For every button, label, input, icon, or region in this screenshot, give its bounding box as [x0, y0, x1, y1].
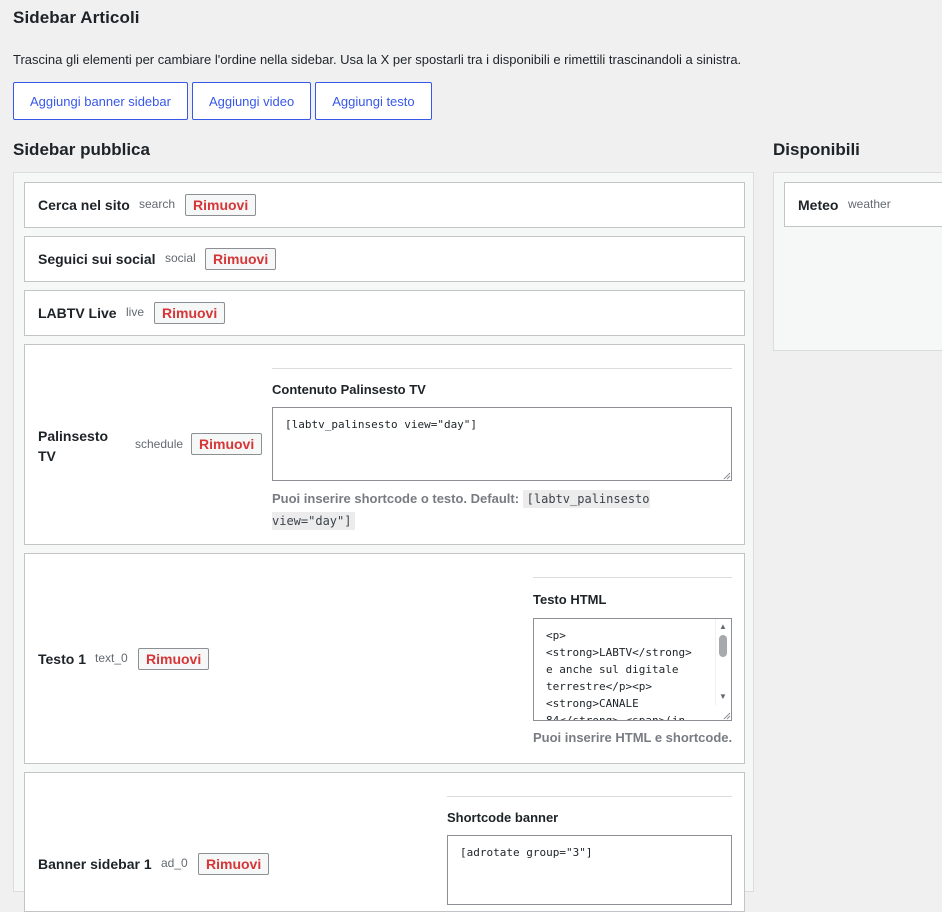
add-video-button[interactable]: Aggiungi video — [191, 82, 312, 120]
field-label: Shortcode banner — [447, 810, 559, 825]
divider — [272, 368, 732, 369]
scrollbar-thumb[interactable] — [719, 635, 727, 657]
widget-title: Testo 1 — [38, 651, 86, 667]
divider — [447, 796, 732, 797]
remove-button[interactable]: Rimuovi — [154, 302, 226, 324]
widget-slug: schedule — [135, 437, 184, 451]
add-text-button[interactable]: Aggiungi testo — [315, 82, 432, 120]
widget-slug: ad_0 — [161, 856, 188, 870]
widget-title: Cerca nel sito — [38, 197, 130, 213]
widget-title: Palinsesto TV — [38, 428, 109, 464]
widget-card-text[interactable]: Testo 1 text_0 Rimuovi Testo HTML <p> <s… — [24, 553, 745, 764]
widget-slug: search — [139, 197, 176, 211]
public-sidebar-dropzone[interactable]: Cerca nel sito search Rimuovi Seguici su… — [13, 172, 754, 912]
available-dropzone[interactable]: Meteo weather — [773, 172, 942, 351]
widget-card-banner[interactable]: Banner sidebar 1 ad_0 Rimuovi Shortcode … — [24, 772, 745, 912]
widget-slug: text_0 — [95, 651, 128, 665]
sidebar-settings-page: Sidebar Articoli Trascina gli elementi p… — [0, 0, 942, 912]
remove-button[interactable]: Rimuovi — [205, 248, 277, 270]
arrow-down-icon[interactable]: ▼ — [716, 691, 730, 703]
widget-card-search[interactable]: Cerca nel sito search Rimuovi — [24, 182, 745, 228]
widget-slug: social — [165, 251, 196, 265]
widget-title: Meteo — [798, 197, 839, 213]
widget-card-weather[interactable]: Meteo weather — [784, 182, 942, 227]
remove-button[interactable]: Rimuovi — [185, 194, 257, 216]
available-heading: Disponibili — [773, 140, 860, 159]
public-sidebar-heading: Sidebar pubblica — [13, 140, 150, 159]
field-help: Puoi inserire HTML e shortcode. — [533, 730, 733, 745]
action-buttons: Aggiungi banner sidebar Aggiungi video A… — [13, 82, 432, 120]
widget-slug: weather — [848, 197, 891, 211]
widget-card-live[interactable]: LABTV Live live Rimuovi — [24, 290, 745, 336]
widget-title: LABTV Live — [38, 305, 117, 321]
page-title: Sidebar Articoli — [13, 8, 140, 27]
field-label: Contenuto Palinsesto TV — [272, 382, 426, 397]
widget-card-schedule[interactable]: Palinsesto TV schedule Rimuovi Contenuto… — [24, 344, 745, 545]
resize-handle-icon[interactable] — [723, 712, 731, 720]
widget-title: Seguici sui social — [38, 251, 156, 267]
widget-slug: live — [126, 305, 145, 319]
arrow-up-icon[interactable]: ▲ — [716, 621, 730, 633]
help-text: Puoi inserire shortcode o testo. Default… — [272, 491, 520, 506]
html-text-textarea[interactable]: <p> <strong>LABTV</strong> e anche sul d… — [533, 618, 732, 721]
widget-title: Banner sidebar 1 — [38, 856, 152, 872]
add-banner-sidebar-button[interactable]: Aggiungi banner sidebar — [13, 82, 188, 120]
resize-handle-icon[interactable] — [723, 472, 731, 480]
divider — [533, 577, 732, 578]
remove-button[interactable]: Rimuovi — [138, 648, 210, 670]
textarea-scrollbar[interactable]: ▲ ▼ — [715, 619, 730, 705]
page-intro: Trascina gli elementi per cambiare l'ord… — [13, 52, 742, 67]
banner-shortcode-textarea[interactable]: [adrotate group="3"] — [447, 835, 732, 905]
field-help: Puoi inserire shortcode o testo. Default… — [272, 488, 672, 532]
remove-button[interactable]: Rimuovi — [191, 433, 263, 455]
field-label: Testo HTML — [533, 592, 607, 607]
widget-card-social[interactable]: Seguici sui social social Rimuovi — [24, 236, 745, 282]
schedule-content-textarea[interactable]: [labtv_palinsesto view="day"] — [272, 407, 732, 481]
